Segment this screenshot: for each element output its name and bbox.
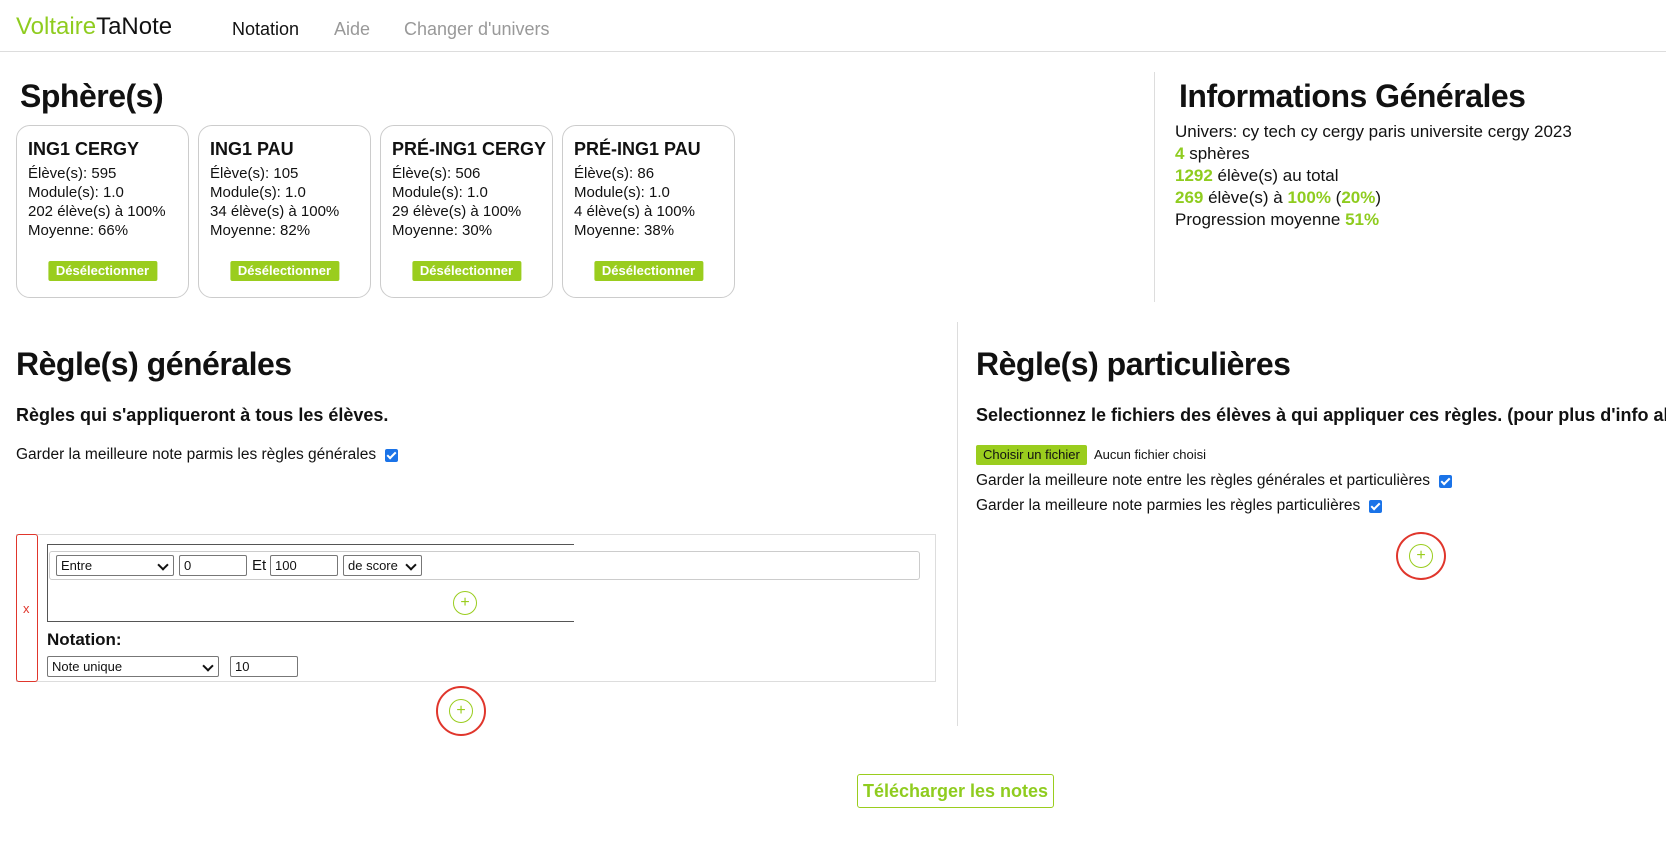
sphere-modules: Module(s): 1.0	[210, 184, 306, 201]
add-general-rule-button[interactable]: +	[449, 699, 473, 723]
sphere-name: ING1 CERGY	[28, 139, 140, 159]
general-rules-title: Règle(s) générales	[16, 346, 292, 382]
nav-changer-univers[interactable]: Changer d'univers	[404, 19, 550, 40]
sphere-modules: Module(s): 1.0	[574, 184, 670, 201]
sphere-eleves: Élève(s): 506	[392, 165, 481, 182]
info-univers: Univers: cy tech cy cergy paris universi…	[1175, 122, 1572, 141]
sphere-name: PRÉ-ING1 PAU	[574, 139, 701, 159]
sphere-moyenne: Moyenne: 66%	[28, 222, 129, 239]
keep-best-both: Garder la meilleure note entre les règle…	[976, 472, 1453, 490]
condition-and-label: Et	[252, 557, 267, 574]
deselect-button[interactable]: Désélectionner	[229, 261, 340, 281]
deselect-button[interactable]: Désélectionner	[47, 261, 158, 281]
sphere-eleves: Élève(s): 595	[28, 165, 117, 182]
deselect-button[interactable]: Désélectionner	[593, 261, 704, 281]
sphere-card: PRÉ-ING1 PAU Élève(s): 86 Module(s): 1.0…	[562, 125, 735, 298]
sphere-modules: Module(s): 1.0	[28, 184, 124, 201]
sphere-moyenne: Moyenne: 30%	[392, 222, 493, 239]
sphere-eleves: Élève(s): 86	[574, 165, 655, 182]
specific-rules-title: Règle(s) particulières	[976, 346, 1291, 382]
sphere-card: ING1 CERGY Élève(s): 595 Module(s): 1.0 …	[16, 125, 189, 298]
add-condition-button[interactable]: +	[453, 591, 477, 615]
sphere-moyenne: Moyenne: 38%	[574, 222, 675, 239]
info-total: 1292 élève(s) au total	[1175, 166, 1339, 185]
deselect-button[interactable]: Désélectionner	[411, 261, 522, 281]
notation-value-input[interactable]: 10	[230, 656, 298, 677]
condition-min-input[interactable]: 0	[179, 555, 247, 576]
keep-best-specific-checkbox[interactable]	[1369, 499, 1383, 513]
notation-label: Notation:	[47, 630, 122, 649]
nav-notation[interactable]: Notation	[232, 19, 299, 40]
keep-best-general-checkbox[interactable]	[385, 448, 399, 462]
divider	[957, 322, 958, 726]
sphere-complets: 4 élève(s) à 100%	[574, 203, 695, 220]
divider	[1154, 72, 1155, 302]
sphere-card: PRÉ-ING1 CERGY Élève(s): 506 Module(s): …	[380, 125, 553, 298]
info-title: Informations Générales	[1179, 78, 1526, 114]
condition-unit-select[interactable]: de score	[343, 555, 422, 576]
sphere-name: PRÉ-ING1 CERGY	[392, 139, 547, 159]
notation-type-select[interactable]: Note unique	[47, 656, 219, 677]
top-navbar: VoltaireTaNote Notation Aide Changer d'u…	[0, 0, 1666, 52]
info-spheres: 4 sphères	[1175, 144, 1250, 163]
sphere-card: ING1 PAU Élève(s): 105 Module(s): 1.0 34…	[198, 125, 371, 298]
info-complete: 269 élève(s) à 100% (20%)	[1175, 188, 1382, 207]
sphere-modules: Module(s): 1.0	[392, 184, 488, 201]
condition-max-input[interactable]: 100	[270, 555, 338, 576]
sphere-name: ING1 PAU	[210, 139, 294, 159]
sphere-complets: 29 élève(s) à 100%	[392, 203, 522, 220]
sphere-complets: 34 élève(s) à 100%	[210, 203, 340, 220]
condition-operator-select[interactable]: Entre	[56, 555, 174, 576]
keep-best-general: Garder la meilleure note parmis les règl…	[16, 446, 399, 464]
info-progress: Progression moyenne 51%	[1175, 210, 1380, 229]
spheres-title: Sphère(s)	[20, 78, 164, 114]
file-status: Aucun fichier choisi	[1094, 447, 1206, 462]
sphere-complets: 202 élève(s) à 100%	[28, 203, 166, 220]
download-notes-button[interactable]: Télécharger les notes	[857, 774, 1054, 808]
choose-file-button[interactable]: Choisir un fichier	[976, 445, 1087, 465]
general-rules-subtitle: Règles qui s'appliqueront à tous les élè…	[16, 405, 389, 425]
keep-best-both-checkbox[interactable]	[1439, 474, 1453, 488]
brand-logo[interactable]: VoltaireTaNote	[16, 13, 172, 41]
sphere-moyenne: Moyenne: 82%	[210, 222, 311, 239]
keep-best-specific: Garder la meilleure note parmies les règ…	[976, 497, 1383, 515]
add-specific-rule-button[interactable]: +	[1409, 544, 1433, 568]
nav-aide[interactable]: Aide	[334, 19, 370, 40]
specific-rules-subtitle: Selectionnez le fichiers des élèves à qu…	[976, 405, 1666, 425]
delete-rule-button[interactable]: x	[16, 534, 38, 682]
sphere-eleves: Élève(s): 105	[210, 165, 299, 182]
